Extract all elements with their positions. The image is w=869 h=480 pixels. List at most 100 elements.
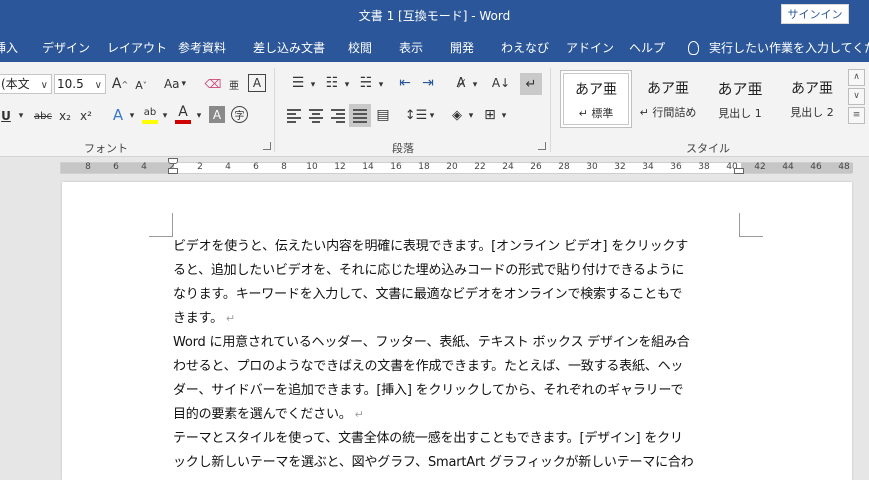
change-case-button[interactable]: Aa ▾ [160, 75, 190, 93]
ruler-number: 24 [502, 162, 514, 172]
font-color-icon[interactable]: A [174, 104, 192, 120]
paragraph-mark-icon: ↵ [225, 312, 235, 325]
numbering-dropdown-icon[interactable]: ▾ [343, 76, 351, 94]
chevron-down-icon: ∨ [94, 80, 102, 91]
style-normal[interactable]: あア亜 ↵ 標準 [560, 70, 632, 128]
font-name-combo[interactable]: (本文 ∨ [0, 74, 52, 94]
text-line: ると、追加したいビデオを、それに応じた埋め込みコードの形式で貼り付けできるように [173, 263, 685, 278]
ruler-number: 48 [838, 162, 850, 172]
clear-format-icon[interactable]: ⌫ [204, 75, 222, 93]
font-group-label: フォント [84, 142, 128, 155]
style-name: ↵ 標準 [578, 107, 614, 120]
highlight-icon[interactable]: ab [141, 104, 159, 120]
ruler-number: 12 [334, 162, 346, 172]
ribbon-home: (本文 ∨ 10.5 ∨ A ^ A ˅ Aa ▾ ⌫ 亜 A U ▾ abc x₂ … [0, 62, 869, 157]
right-indent-marker[interactable] [734, 168, 744, 174]
ruler-number: 26 [530, 162, 542, 172]
title-bar: 文書 1 [互換モード] - Word サインイン [0, 0, 869, 30]
ruler-number: 8 [85, 162, 91, 172]
subscript-button[interactable]: x₂ [57, 107, 73, 125]
enclosed-char-icon[interactable]: 字 [231, 106, 248, 123]
ruler-number: 2 [197, 162, 203, 172]
ruler-number: 6 [113, 162, 119, 172]
font-color-dropdown-icon[interactable]: ▾ [194, 107, 204, 125]
grow-font-button[interactable]: A ^ [112, 75, 128, 93]
shading-icon[interactable]: ◈ [448, 106, 466, 124]
ruler-number: 18 [418, 162, 430, 172]
borders-icon[interactable]: ⊞ [481, 106, 499, 124]
ruler-number: 4 [225, 162, 231, 172]
first-line-indent-marker[interactable] [168, 158, 178, 164]
line-spacing-dropdown-icon[interactable]: ▾ [428, 107, 436, 125]
ruler-number: 14 [362, 162, 374, 172]
tab-layout[interactable]: レイアウト [107, 39, 167, 56]
tab-references[interactable]: 参考資料 [178, 39, 226, 56]
phonetic-guide-icon[interactable]: 亜 [226, 75, 242, 93]
tab-addins[interactable]: アドイン [566, 39, 614, 56]
styles-scroll-down-icon[interactable]: ∨ [848, 88, 865, 105]
decrease-indent-icon[interactable]: ⇤ [395, 74, 415, 92]
text-direction-icon[interactable]: A̷ [451, 74, 471, 92]
align-center-icon[interactable] [309, 109, 323, 123]
group-separator [550, 68, 551, 152]
document-body[interactable]: ビデオを使うと、伝えたい内容を明確に表現できます。[オンライン ビデオ] をクリ… [173, 235, 742, 475]
sort-icon[interactable]: A↓ [491, 74, 511, 92]
styles-scroll-up-icon[interactable]: ∧ [848, 69, 865, 86]
paragraph-launcher-icon[interactable] [538, 142, 546, 150]
font-size-combo[interactable]: 10.5 ∨ [54, 74, 106, 94]
ruler-number: 16 [390, 162, 402, 172]
justify-button[interactable] [349, 104, 371, 127]
char-border-icon[interactable]: A [248, 74, 266, 92]
bullets-dropdown-icon[interactable]: ▾ [309, 76, 317, 94]
align-right-icon[interactable] [331, 109, 345, 123]
style-no-spacing[interactable]: あア亜 ↵ 行間詰め [632, 70, 704, 128]
paragraph-mark-icon: ↵ [354, 408, 364, 421]
show-marks-icon[interactable]: ↵ [520, 73, 542, 95]
borders-dropdown-icon[interactable]: ▾ [500, 107, 508, 125]
ruler-number: 42 [754, 162, 766, 172]
font-launcher-icon[interactable] [263, 142, 271, 150]
styles-more-icon[interactable]: ≡ [848, 107, 865, 124]
char-shading-icon[interactable]: A [209, 106, 225, 123]
numbering-icon[interactable]: ☷ [321, 74, 343, 92]
line-spacing-icon[interactable]: ↕☰ [405, 106, 428, 124]
tab-mailings[interactable]: 差し込み文書 [253, 39, 325, 56]
text-line: わせると、プロのようなできばえの文書を作成できます。たとえば、一致する表紙、ヘッ [173, 359, 684, 374]
style-heading-2[interactable]: あア亜 見出し 2 [776, 70, 848, 128]
tab-design[interactable]: デザイン [42, 39, 90, 56]
text-line: なります。キーワードを入力して、文書に最適なビデオをオンラインで検索することもで [173, 287, 683, 302]
tab-help[interactable]: ヘルプ [629, 39, 665, 56]
effects-dropdown-icon[interactable]: ▾ [127, 107, 137, 125]
signin-button[interactable]: サインイン [781, 4, 849, 24]
style-name: ↵ 行間詰め [639, 106, 697, 119]
tell-me-box[interactable]: 実行したい作業を入力してください [688, 39, 869, 56]
ruler-number: 4 [141, 162, 147, 172]
highlight-dropdown-icon[interactable]: ▾ [160, 107, 170, 125]
shading-dropdown-icon[interactable]: ▾ [467, 107, 475, 125]
bullets-icon[interactable]: ☰ [287, 74, 309, 92]
multilevel-list-icon[interactable]: ☵ [355, 74, 377, 92]
strikethrough-button[interactable]: abc [31, 107, 55, 125]
tab-review[interactable]: 校閲 [348, 39, 372, 56]
tab-developer[interactable]: 開発 [450, 39, 474, 56]
underline-button[interactable]: U [0, 107, 14, 125]
style-sample: あア亜 [647, 81, 689, 97]
styles-group-label: スタイル [686, 142, 730, 155]
text-direction-dropdown-icon[interactable]: ▾ [471, 76, 479, 94]
tab-insert[interactable]: 挿入 [0, 39, 18, 56]
multilevel-dropdown-icon[interactable]: ▾ [377, 76, 385, 94]
ruler-number: 36 [670, 162, 682, 172]
tab-view[interactable]: 表示 [399, 39, 423, 56]
align-left-icon[interactable] [287, 109, 301, 123]
distributed-icon[interactable]: ▤ [374, 106, 392, 124]
increase-indent-icon[interactable]: ⇥ [418, 74, 438, 92]
left-indent-marker[interactable] [168, 168, 178, 174]
underline-dropdown-icon[interactable]: ▾ [16, 107, 26, 125]
shrink-font-button[interactable]: A ˅ [133, 76, 149, 94]
superscript-button[interactable]: x² [78, 107, 94, 125]
ruler-number: 46 [810, 162, 822, 172]
document-page[interactable]: ビデオを使うと、伝えたい内容を明確に表現できます。[オンライン ビデオ] をクリ… [62, 182, 852, 480]
tab-waenavi[interactable]: わえなび [501, 39, 549, 56]
style-heading-1[interactable]: あア亜 見出し 1 [704, 70, 776, 128]
text-effects-icon[interactable]: A [110, 106, 126, 124]
